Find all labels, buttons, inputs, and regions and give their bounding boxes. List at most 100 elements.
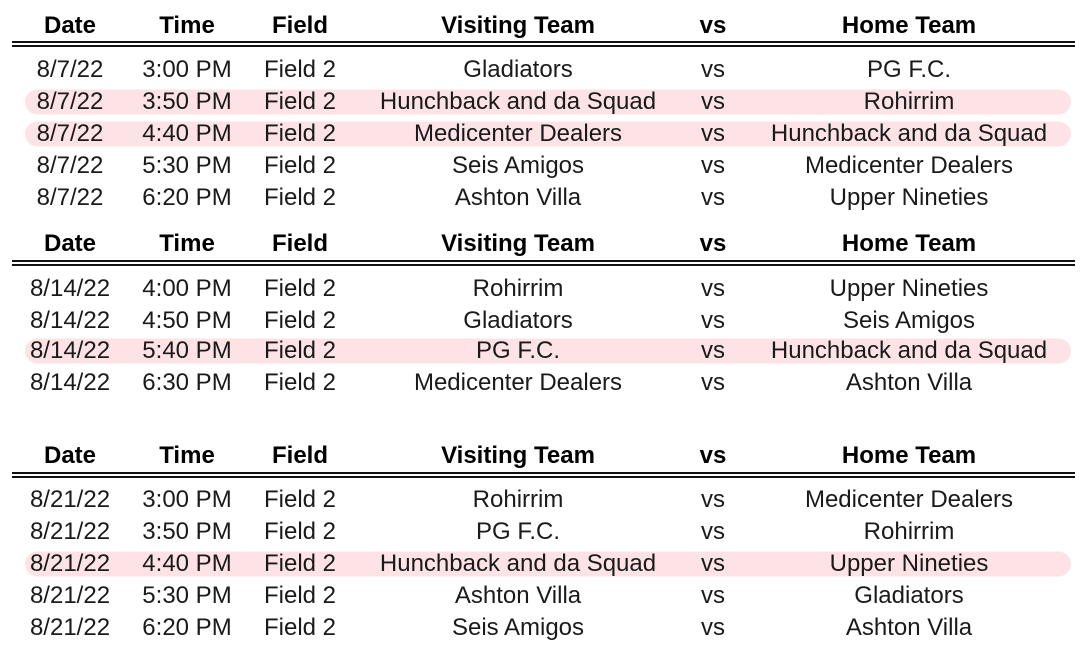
cell-vs: vs — [701, 369, 725, 396]
cell-visiting-team: PG F.C. — [475, 518, 561, 545]
cell-home-team: Ashton Villa — [845, 369, 973, 396]
cell-vs: vs — [701, 337, 725, 364]
cell-time: 5:30 PM — [142, 582, 232, 609]
column-header-vs: vs — [699, 12, 727, 39]
cell-field: Field 2 — [263, 88, 337, 115]
cell-home-team: Hunchback and da Squad — [770, 337, 1048, 364]
cell-visiting-team: Medicenter Dealers — [413, 369, 623, 396]
cell-field: Field 2 — [263, 307, 337, 334]
cell-field: Field 2 — [263, 56, 337, 83]
cell-visiting-team: PG F.C. — [475, 337, 561, 364]
cell-time: 4:40 PM — [142, 120, 232, 147]
cell-visiting-team: Medicenter Dealers — [413, 120, 623, 147]
column-header-visiting-team: Visiting Team — [441, 442, 595, 469]
cell-visiting-team: Ashton Villa — [454, 184, 582, 211]
column-header-date: Date — [43, 442, 97, 469]
cell-time: 6:30 PM — [142, 369, 232, 396]
cell-date: 8/14/22 — [29, 307, 111, 334]
cell-time: 4:00 PM — [142, 275, 232, 302]
cell-home-team: Upper Nineties — [829, 275, 989, 302]
cell-date: 8/14/22 — [29, 275, 111, 302]
cell-home-team: Ashton Villa — [845, 614, 973, 641]
cell-home-team: Rohirrim — [863, 88, 955, 115]
column-header-visiting-team: Visiting Team — [441, 12, 595, 39]
cell-date: 8/14/22 — [29, 337, 111, 364]
cell-home-team: Upper Nineties — [829, 550, 989, 577]
cell-visiting-team: Ashton Villa — [454, 582, 582, 609]
cell-time: 3:00 PM — [142, 56, 232, 83]
column-header-field: Field — [271, 12, 329, 39]
cell-home-team: Upper Nineties — [829, 184, 989, 211]
header-rule-bottom — [12, 45, 1075, 47]
column-header-time: Time — [159, 230, 215, 257]
cell-vs: vs — [701, 88, 725, 115]
column-header-vs: vs — [699, 442, 727, 469]
cell-date: 8/7/22 — [36, 152, 104, 179]
cell-date: 8/21/22 — [29, 486, 111, 513]
cell-date: 8/21/22 — [29, 582, 111, 609]
cell-time: 3:00 PM — [142, 486, 232, 513]
cell-visiting-team: Rohirrim — [472, 486, 564, 513]
cell-date: 8/21/22 — [29, 550, 111, 577]
cell-date: 8/7/22 — [36, 88, 104, 115]
cell-field: Field 2 — [263, 582, 337, 609]
cell-vs: vs — [701, 120, 725, 147]
column-header-home-team: Home Team — [841, 12, 977, 39]
header-rule-top — [12, 41, 1075, 43]
cell-home-team: Medicenter Dealers — [804, 486, 1014, 513]
column-header-home-team: Home Team — [841, 442, 977, 469]
cell-field: Field 2 — [263, 518, 337, 545]
cell-home-team: PG F.C. — [866, 56, 952, 83]
cell-date: 8/7/22 — [36, 120, 104, 147]
cell-visiting-team: Seis Amigos — [451, 152, 585, 179]
cell-field: Field 2 — [263, 614, 337, 641]
cell-visiting-team: Gladiators — [463, 307, 573, 334]
cell-vs: vs — [701, 614, 725, 641]
header-rule-bottom — [12, 264, 1075, 266]
column-header-time: Time — [159, 12, 215, 39]
cell-vs: vs — [701, 582, 725, 609]
column-header-home-team: Home Team — [841, 230, 977, 257]
cell-date: 8/21/22 — [29, 518, 111, 545]
cell-home-team: Seis Amigos — [842, 307, 976, 334]
cell-field: Field 2 — [263, 337, 337, 364]
cell-time: 3:50 PM — [142, 88, 232, 115]
cell-time: 6:20 PM — [142, 184, 232, 211]
cell-visiting-team: Gladiators — [463, 56, 573, 83]
cell-time: 6:20 PM — [142, 614, 232, 641]
cell-time: 3:50 PM — [142, 518, 232, 545]
cell-field: Field 2 — [263, 275, 337, 302]
schedule-document: Date Time Field Visiting Team vs Home Team 8/7… — [0, 0, 1080, 656]
cell-visiting-team: Rohirrim — [472, 275, 564, 302]
cell-home-team: Medicenter Dealers — [804, 152, 1014, 179]
cell-visiting-team: Seis Amigos — [451, 614, 585, 641]
cell-time: 5:40 PM — [142, 337, 232, 364]
cell-field: Field 2 — [263, 486, 337, 513]
cell-field: Field 2 — [263, 152, 337, 179]
cell-vs: vs — [701, 518, 725, 545]
column-header-date: Date — [43, 12, 97, 39]
cell-vs: vs — [701, 184, 725, 211]
column-header-visiting-team: Visiting Team — [441, 230, 595, 257]
cell-vs: vs — [701, 275, 725, 302]
cell-home-team: Gladiators — [854, 582, 964, 609]
cell-date: 8/7/22 — [36, 184, 104, 211]
cell-vs: vs — [701, 152, 725, 179]
cell-field: Field 2 — [263, 369, 337, 396]
cell-date: 8/7/22 — [36, 56, 104, 83]
cell-time: 4:50 PM — [142, 307, 232, 334]
cell-visiting-team: Hunchback and da Squad — [379, 88, 657, 115]
cell-vs: vs — [701, 56, 725, 83]
column-header-field: Field — [271, 442, 329, 469]
cell-time: 5:30 PM — [142, 152, 232, 179]
cell-time: 4:40 PM — [142, 550, 232, 577]
header-rule-top — [12, 260, 1075, 262]
cell-field: Field 2 — [263, 120, 337, 147]
cell-home-team: Rohirrim — [863, 518, 955, 545]
cell-visiting-team: Hunchback and da Squad — [379, 550, 657, 577]
cell-field: Field 2 — [263, 550, 337, 577]
column-header-time: Time — [159, 442, 215, 469]
column-header-vs: vs — [699, 230, 727, 257]
column-header-date: Date — [43, 230, 97, 257]
cell-date: 8/14/22 — [29, 369, 111, 396]
